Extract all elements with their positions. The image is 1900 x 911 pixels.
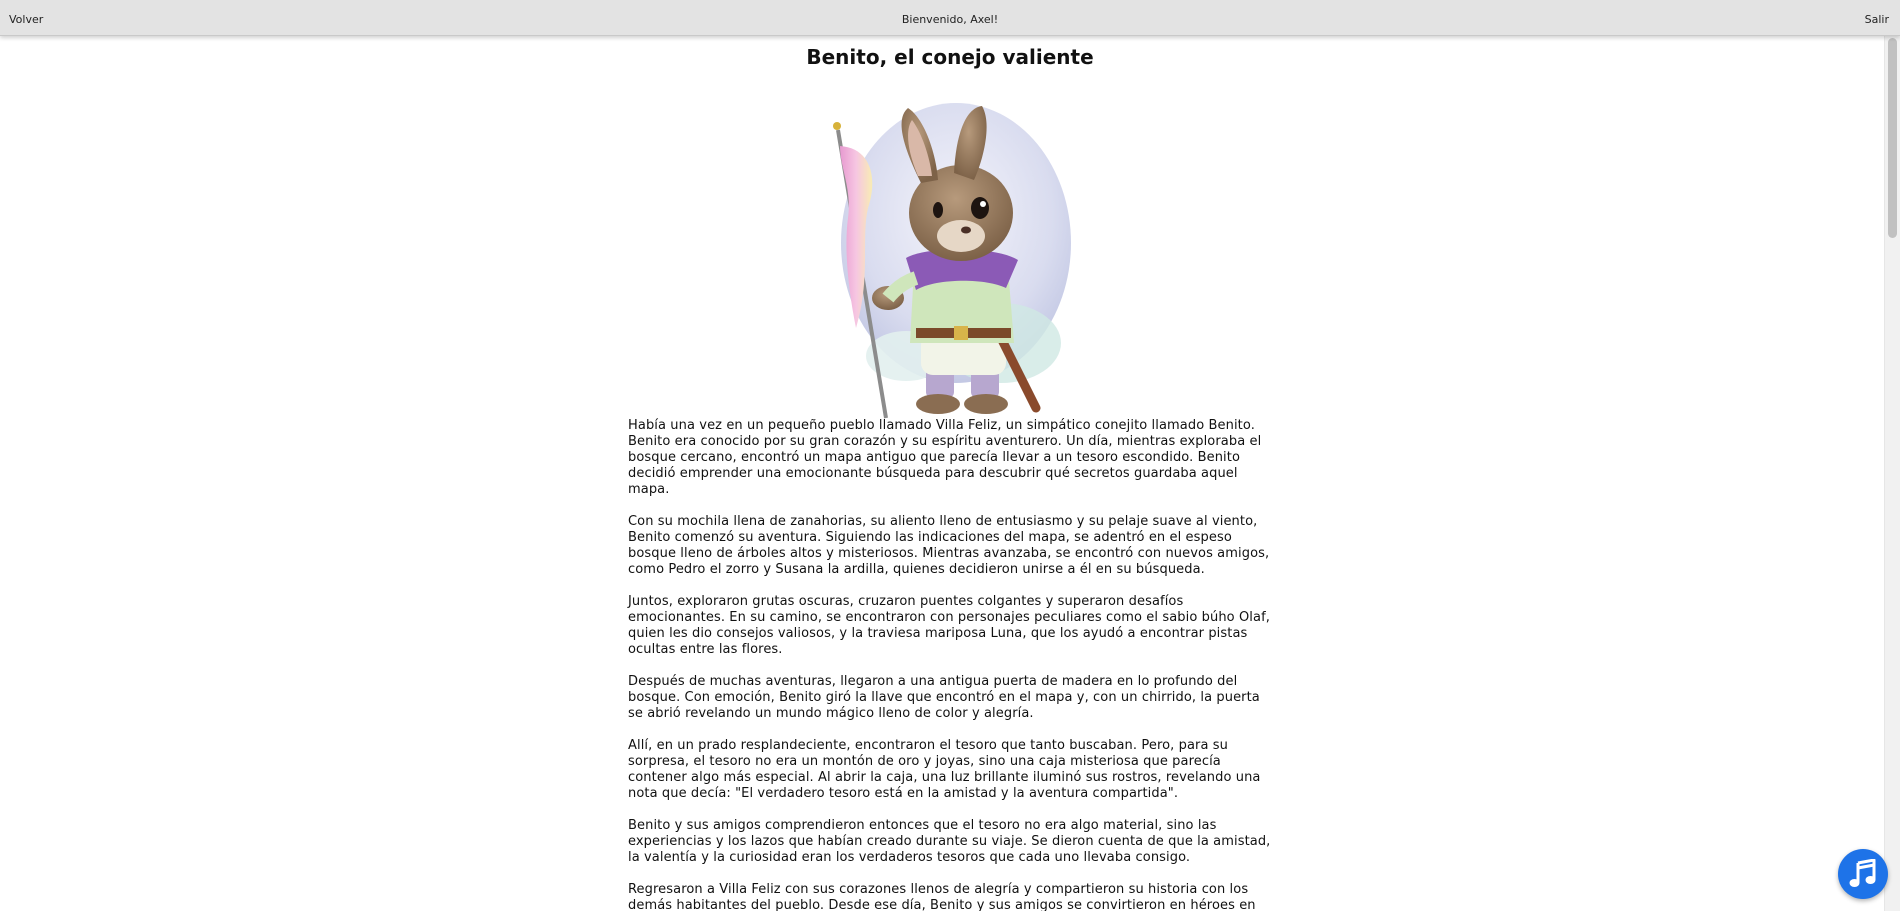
- welcome-message: Bienvenido, Axel!: [901, 13, 999, 26]
- story-paragraph: Después de muchas aventuras, llegaron a …: [628, 674, 1260, 721]
- story-text: Había una vez en un pequeño pueblo llama…: [628, 418, 1278, 911]
- story-paragraph: Había una vez en un pequeño pueblo llama…: [628, 418, 1262, 497]
- top-navigation-bar: Volver Bienvenido, Axel! Salir: [0, 0, 1900, 36]
- scrollbar-thumb[interactable]: [1888, 38, 1897, 238]
- logout-link[interactable]: Salir: [1865, 13, 1889, 26]
- vertical-scrollbar[interactable]: [1884, 36, 1900, 911]
- story-illustration: [826, 88, 1086, 448]
- music-note-icon: [1849, 859, 1876, 887]
- story-title: Benito, el conejo valiente: [806, 45, 1094, 69]
- story-paragraph: Con su mochila llena de zanahorias, su a…: [628, 514, 1270, 577]
- story-content: Benito, el conejo valiente Había una vez…: [0, 36, 1885, 911]
- music-button[interactable]: [1838, 849, 1888, 899]
- story-paragraph: Juntos, exploraron grutas oscuras, cruza…: [628, 594, 1270, 657]
- story-paragraph: Benito y sus amigos comprendieron entonc…: [628, 818, 1271, 865]
- rabbit-illustration: [833, 103, 1071, 419]
- story-paragraph: Allí, en un prado resplandeciente, encon…: [628, 738, 1261, 801]
- story-paragraph: Regresaron a Villa Feliz con sus corazon…: [628, 882, 1256, 911]
